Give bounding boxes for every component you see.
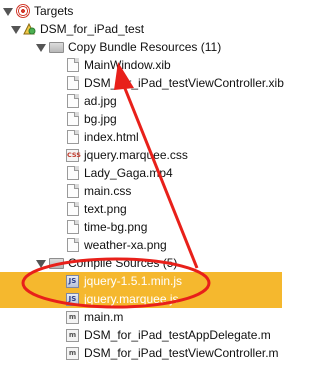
css-file-icon: CSS	[66, 149, 81, 162]
html-file-icon	[67, 130, 79, 144]
image-file-icon	[67, 94, 79, 108]
file-row[interactable]: bg.jpg	[0, 110, 282, 128]
file-row[interactable]: DSM_for_iPad_testViewController.xib	[0, 74, 284, 92]
xib-file-icon	[67, 76, 79, 90]
tree-row-app-target[interactable]: DSM_for_iPad_test	[0, 20, 282, 38]
css-file-icon	[67, 184, 79, 198]
objc-file-icon: m	[66, 311, 79, 324]
file-name: main.css	[84, 184, 132, 198]
folder-icon	[49, 258, 64, 269]
file-name: ad.jpg	[84, 94, 117, 108]
movie-file-icon	[67, 166, 79, 180]
file-row[interactable]: main.css	[0, 182, 282, 200]
file-row[interactable]: text.png	[0, 200, 282, 218]
tree-label-copy-bundle: Copy Bundle Resources (11)	[68, 40, 222, 54]
file-name: jquery.marquee.css	[84, 148, 188, 162]
disclosure-triangle-icon[interactable]	[3, 8, 13, 16]
image-file-icon	[67, 238, 79, 252]
file-row[interactable]: index.html	[0, 128, 282, 146]
image-file-icon	[67, 112, 79, 126]
file-name: DSM_for_iPad_testAppDelegate.m	[84, 328, 271, 342]
file-name: DSM_for_iPad_testViewController.xib	[84, 76, 284, 90]
disclosure-triangle-icon[interactable]	[36, 260, 46, 268]
file-row[interactable]: Lady_Gaga.mp4	[0, 164, 282, 182]
tree-label-app-target: DSM_for_iPad_test	[40, 22, 145, 36]
objc-file-icon: m	[66, 347, 79, 360]
file-name: DSM_for_iPad_testViewController.m	[84, 346, 279, 360]
file-name: time-bg.png	[84, 220, 148, 234]
app-target-icon	[22, 22, 37, 36]
image-file-icon	[67, 220, 79, 234]
file-row[interactable]: ad.jpg	[0, 92, 282, 110]
file-row[interactable]: MainWindow.xib	[0, 56, 282, 74]
file-name: index.html	[84, 130, 139, 144]
js-file-icon: JS	[66, 275, 79, 288]
file-row[interactable]: CSS jquery.marquee.css	[0, 146, 282, 164]
disclosure-triangle-icon[interactable]	[11, 26, 21, 34]
folder-icon	[49, 42, 64, 53]
xib-file-icon	[67, 58, 79, 72]
source-row-selected[interactable]: JS jquery-1.5.1.min.js	[0, 272, 282, 290]
tree-label-compile-sources: Compile Sources (5)	[68, 256, 178, 270]
tree-row-copy-bundle-resources[interactable]: Copy Bundle Resources (11)	[0, 38, 282, 56]
file-name: MainWindow.xib	[84, 58, 171, 72]
image-file-icon	[67, 202, 79, 216]
target-icon	[16, 4, 30, 18]
file-name: Lady_Gaga.mp4	[84, 166, 173, 180]
tree-row-targets[interactable]: Targets	[0, 2, 282, 20]
file-name: jquery-1.5.1.min.js	[84, 274, 183, 288]
tree-label-targets: Targets	[34, 4, 74, 18]
file-name: text.png	[84, 202, 127, 216]
disclosure-triangle-icon[interactable]	[36, 44, 46, 52]
source-row[interactable]: m DSM_for_iPad_testAppDelegate.m	[0, 326, 282, 344]
file-name: jquery.marquee.js	[84, 292, 179, 306]
file-name: bg.jpg	[84, 112, 117, 126]
js-file-icon: JS	[66, 293, 79, 306]
file-row[interactable]: weather-xa.png	[0, 236, 282, 254]
file-name: main.m	[84, 310, 124, 324]
source-row-selected[interactable]: JS jquery.marquee.js	[0, 290, 282, 308]
file-name: weather-xa.png	[84, 238, 167, 252]
source-row[interactable]: m DSM_for_iPad_testViewController.m	[0, 344, 282, 362]
source-row[interactable]: m main.m	[0, 308, 282, 326]
objc-file-icon: m	[66, 329, 79, 342]
file-row[interactable]: time-bg.png	[0, 218, 282, 236]
tree-row-compile-sources[interactable]: Compile Sources (5)	[0, 254, 282, 272]
